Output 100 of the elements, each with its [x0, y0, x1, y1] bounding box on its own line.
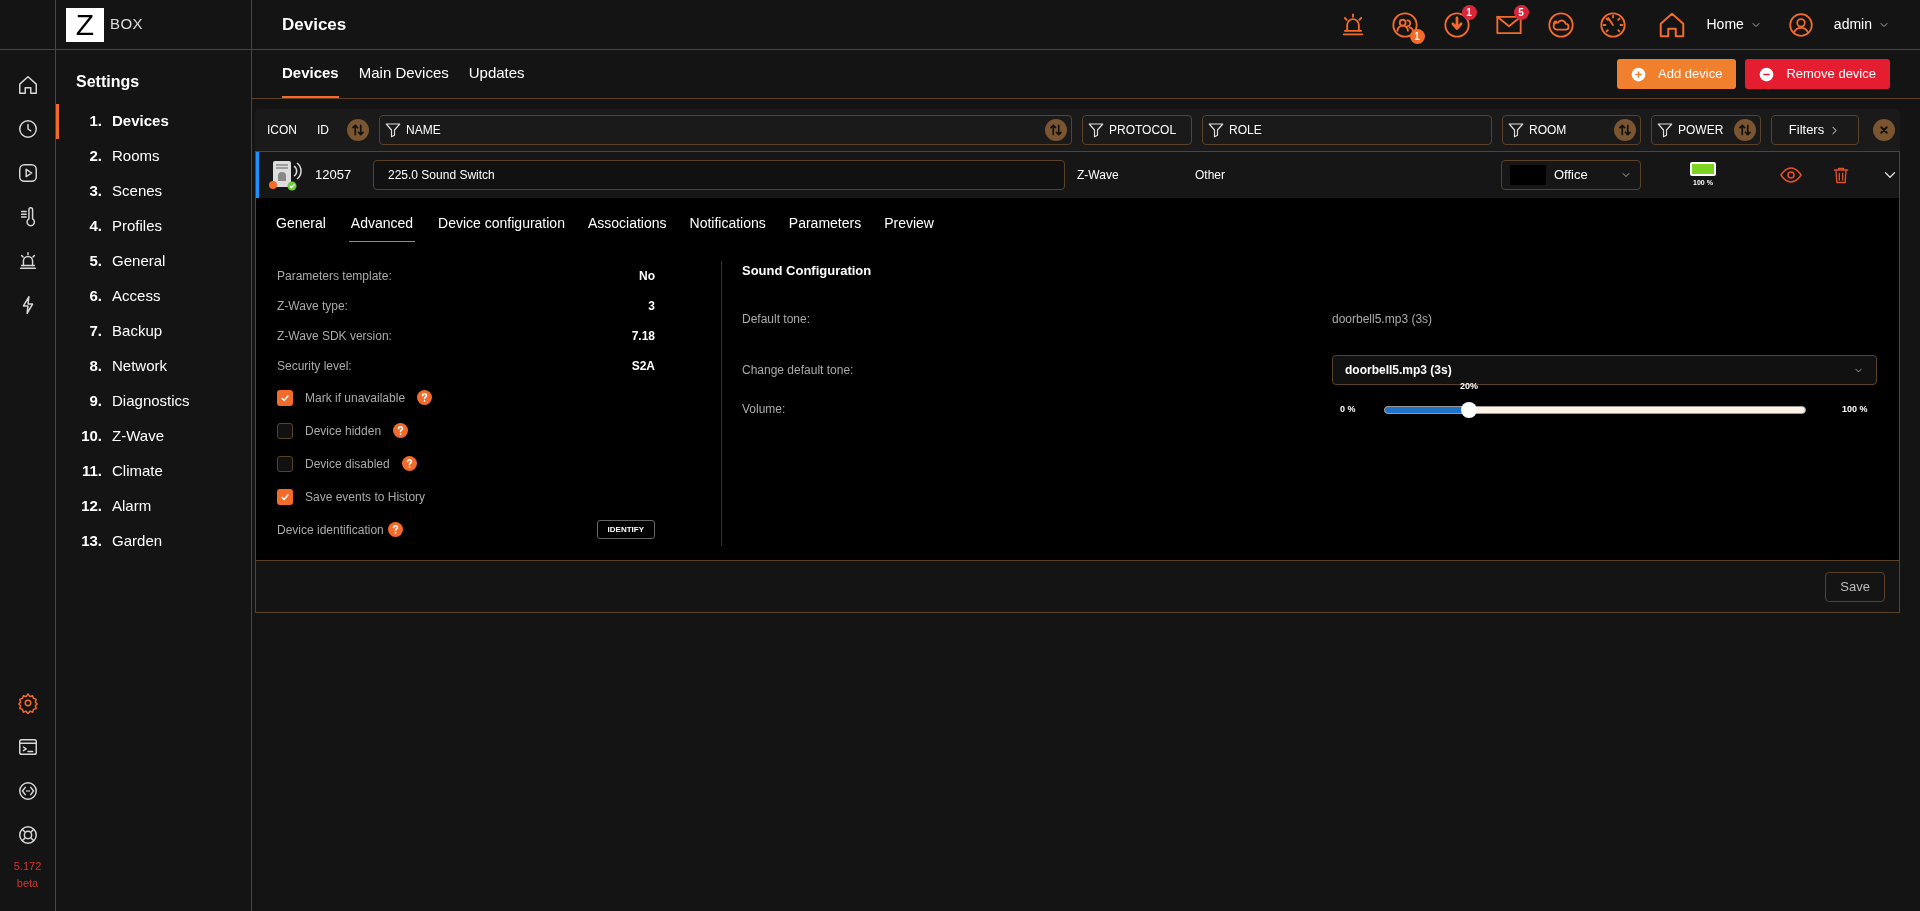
settings-menu-item[interactable]: 5. General: [56, 244, 251, 279]
slider-thumb[interactable]: [1461, 401, 1477, 418]
field-label: Parameters template:: [277, 268, 392, 285]
filter-icon: [1207, 121, 1225, 139]
detail-tab[interactable]: Notifications: [689, 206, 766, 242]
option-label: Mark if unavailable: [305, 389, 406, 407]
minus-icon: [1759, 66, 1775, 82]
detail-tab[interactable]: Advanced: [348, 206, 416, 242]
device-id: 12057: [315, 166, 353, 185]
settings-title: Settings: [76, 72, 141, 92]
slider-max-label: 100 %: [1842, 403, 1868, 416]
help-icon[interactable]: [387, 522, 403, 537]
terminal-icon[interactable]: [16, 736, 39, 758]
detail-tab[interactable]: General: [276, 206, 326, 242]
settings-menu-item[interactable]: 6. Access: [56, 279, 251, 314]
settings-menu-item[interactable]: 8. Network: [56, 349, 251, 384]
room-dropdown[interactable]: Office: [1501, 160, 1641, 190]
settings-menu-item[interactable]: 11. Climate: [56, 454, 251, 489]
help-icon[interactable]: [417, 390, 433, 405]
user-icon: [1787, 11, 1814, 38]
column-filter[interactable]: ROOM: [1502, 115, 1641, 145]
clock-icon[interactable]: [16, 118, 39, 140]
settings-menu-item[interactable]: 9. Diagnostics: [56, 384, 251, 419]
lifebuoy-icon[interactable]: [16, 824, 39, 846]
save-button[interactable]: Save: [1825, 571, 1885, 602]
column-header: ID: [317, 122, 330, 139]
sort-icon[interactable]: [1045, 119, 1067, 141]
help-icon[interactable]: [393, 423, 409, 438]
field-label: Volume:: [742, 401, 787, 418]
sort-icon[interactable]: [1734, 119, 1756, 141]
settings-menu-item[interactable]: 4. Profiles: [56, 209, 251, 244]
page-tab[interactable]: Main Devices: [358, 61, 449, 98]
section-title: Sound Configuration: [742, 262, 873, 280]
column-filter[interactable]: PROTOCOL: [1082, 115, 1192, 145]
field-label: Device identification: [277, 521, 384, 539]
settings-menu-item[interactable]: 13. Garden: [56, 524, 251, 559]
detail-tab[interactable]: Associations: [587, 206, 667, 242]
detail-tab[interactable]: Preview: [884, 206, 934, 242]
checkbox[interactable]: [277, 422, 293, 439]
device-name-field[interactable]: 225.0 Sound Switch: [373, 160, 1065, 190]
settings-menu-item[interactable]: 7. Backup: [56, 314, 251, 349]
settings-icon[interactable]: [16, 692, 39, 714]
field-value: 7.18: [631, 328, 655, 345]
home-dropdown[interactable]: Home: [1656, 9, 1762, 40]
slider-min-label: 0 %: [1340, 403, 1357, 416]
column-filter[interactable]: NAME: [379, 115, 1072, 145]
cloud-sun-icon[interactable]: [1546, 10, 1575, 39]
remove-device-button[interactable]: Remove device: [1745, 59, 1890, 89]
option-label: Device disabled: [305, 455, 390, 473]
field-value: doorbell5.mp3 (3s): [1332, 311, 1433, 328]
trash-icon[interactable]: [1831, 165, 1851, 185]
count-badge: 5: [1513, 4, 1529, 20]
release-channel: beta: [16, 875, 39, 891]
checkbox[interactable]: [277, 455, 293, 472]
settings-menu-item[interactable]: 1. Devices: [56, 104, 251, 139]
filter-icon: [384, 121, 402, 139]
close-icon[interactable]: [1873, 119, 1895, 141]
field-label: Z-Wave SDK version:: [277, 328, 392, 345]
help-icon[interactable]: [401, 456, 417, 471]
field-value: No: [639, 268, 655, 285]
user-menu[interactable]: admin: [1787, 11, 1890, 38]
field-label: Default tone:: [742, 311, 812, 328]
field-label: Z-Wave type:: [277, 298, 348, 315]
role-text: Other: [1195, 167, 1226, 184]
checkbox[interactable]: [277, 389, 293, 406]
field-value: 3: [648, 298, 655, 315]
field-value: S2A: [631, 358, 655, 375]
filter-icon: [1507, 121, 1525, 139]
filters-button[interactable]: Filters: [1771, 115, 1859, 145]
settings-menu-item[interactable]: 3. Scenes: [56, 174, 251, 209]
users-icon[interactable]: [1390, 10, 1419, 39]
play-icon[interactable]: [16, 162, 39, 184]
identify-button[interactable]: IDENTIFY: [596, 520, 655, 539]
checkbox[interactable]: [277, 488, 293, 505]
column-filter[interactable]: ROLE: [1202, 115, 1492, 145]
page-tab[interactable]: Devices: [282, 61, 339, 98]
settings-menu-item[interactable]: 12. Alarm: [56, 489, 251, 524]
count-badge: 1: [1461, 4, 1477, 20]
logo-word: BOX: [110, 14, 143, 35]
sort-icon[interactable]: [347, 119, 369, 141]
detail-tab[interactable]: Parameters: [788, 206, 862, 242]
page-tab[interactable]: Updates: [468, 61, 525, 98]
gauge-icon[interactable]: [1598, 10, 1627, 39]
home-icon[interactable]: [16, 74, 39, 96]
filter-icon: [1087, 121, 1105, 139]
page-title: Devices: [282, 13, 348, 36]
detail-tab[interactable]: Device configuration: [438, 206, 565, 242]
field-label: Security level:: [277, 358, 352, 375]
checkmark-icon: [280, 491, 290, 502]
sort-icon[interactable]: [1614, 119, 1636, 141]
settings-menu-item[interactable]: 10. Z-Wave: [56, 419, 251, 454]
count-badge: 1: [1409, 28, 1425, 44]
plus-icon: [1631, 66, 1647, 82]
code-circle-icon[interactable]: [16, 780, 39, 802]
filter-icon: [1656, 121, 1674, 139]
download-icon[interactable]: [1442, 10, 1471, 39]
logo-letter: Z: [66, 7, 105, 42]
settings-menu-item[interactable]: 2. Rooms: [56, 139, 251, 174]
column-header: ICON: [267, 122, 298, 139]
column-filter[interactable]: POWER: [1651, 115, 1761, 145]
